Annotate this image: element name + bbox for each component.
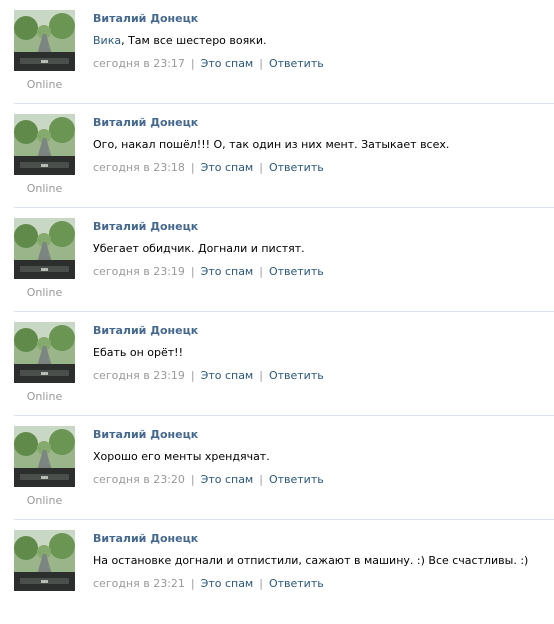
online-status: Online — [26, 182, 63, 195]
avatar[interactable] — [14, 114, 75, 175]
comment-meta: сегодня в 23:19 | Это спам | Ответить — [93, 265, 548, 279]
spam-button[interactable]: Это спам — [201, 161, 254, 174]
avatar[interactable] — [14, 322, 75, 383]
author-link[interactable]: Виталий Донецк — [93, 12, 198, 25]
reply-button[interactable]: Ответить — [269, 577, 324, 590]
spam-button[interactable]: Это спам — [201, 265, 254, 278]
avatar[interactable] — [14, 218, 75, 279]
author-link[interactable]: Виталий Донецк — [93, 116, 198, 129]
spam-button[interactable]: Это спам — [201, 57, 254, 70]
author-link[interactable]: Виталий Донецк — [93, 324, 198, 337]
comment-text-content: , Там все шестеро вояки. — [121, 34, 267, 47]
reply-button[interactable]: Ответить — [269, 161, 324, 174]
comment-text: Ебать он орёт!! — [93, 346, 183, 359]
comment-date: сегодня в 23:17 — [93, 57, 185, 70]
reply-button[interactable]: Ответить — [269, 473, 324, 486]
comment-item: Online Виталий Донецк Хорошо его менты х… — [0, 416, 554, 520]
comment-meta: сегодня в 23:17 | Это спам | Ответить — [93, 57, 548, 71]
comment-body: Виталий Донецк Вика, Там все шестеро воя… — [93, 12, 548, 71]
separator: | — [190, 265, 195, 278]
reply-button[interactable]: Ответить — [269, 265, 324, 278]
comment-date: сегодня в 23:19 — [93, 369, 185, 382]
online-status: Online — [26, 494, 63, 507]
comment-body: Виталий Донецк Убегает обидчик. Догнали … — [93, 220, 548, 279]
comment-body: Виталий Донецк На остановке догнали и от… — [93, 532, 548, 591]
separator: | — [259, 577, 263, 590]
comment-text: Хорошо его менты хрендячат. — [93, 450, 270, 463]
comment-text: Ого, накал пошёл!!! О, так один из них м… — [93, 138, 450, 151]
comment-meta: сегодня в 23:19 | Это спам | Ответить — [93, 369, 548, 383]
comment-date: сегодня в 23:18 — [93, 161, 185, 174]
separator: | — [259, 161, 263, 174]
author-link[interactable]: Виталий Донецк — [93, 428, 198, 441]
separator: | — [259, 57, 263, 70]
author-link[interactable]: Виталий Донецк — [93, 532, 198, 545]
comment-body: Виталий Донецк Ого, накал пошёл!!! О, та… — [93, 116, 548, 175]
avatar[interactable] — [14, 426, 75, 487]
avatar-road-photo-icon — [14, 10, 75, 71]
online-status: Online — [26, 390, 63, 403]
comment-list: Online Виталий Донецк Вика, Там все шест… — [0, 0, 554, 624]
avatar-road-photo-icon — [14, 530, 75, 591]
separator: | — [259, 473, 263, 486]
comment-text: На остановке догнали и отпистили, сажают… — [93, 554, 529, 567]
separator: | — [190, 473, 195, 486]
comment-item: Online Виталий Донецк Ого, накал пошёл!!… — [0, 104, 554, 208]
separator: | — [259, 265, 263, 278]
separator: | — [190, 577, 195, 590]
comment-item: Online Виталий Донецк Вика, Там все шест… — [0, 0, 554, 104]
comment-date: сегодня в 23:21 — [93, 577, 185, 590]
avatar[interactable] — [14, 10, 75, 71]
reply-button[interactable]: Ответить — [269, 57, 324, 70]
comment-date: сегодня в 23:19 — [93, 265, 185, 278]
separator: | — [259, 369, 263, 382]
separator: | — [190, 57, 195, 70]
reply-button[interactable]: Ответить — [269, 369, 324, 382]
online-status: Online — [26, 78, 63, 91]
comment-meta: сегодня в 23:20 | Это спам | Ответить — [93, 473, 548, 487]
spam-button[interactable]: Это спам — [201, 369, 254, 382]
mention-link[interactable]: Вика — [93, 34, 121, 47]
spam-button[interactable]: Это спам — [201, 577, 254, 590]
comment-meta: сегодня в 23:21 | Это спам | Ответить — [93, 577, 548, 591]
comment-item: Online Виталий Донецк Убегает обидчик. Д… — [0, 208, 554, 312]
avatar-road-photo-icon — [14, 218, 75, 279]
author-link[interactable]: Виталий Донецк — [93, 220, 198, 233]
avatar-road-photo-icon — [14, 322, 75, 383]
comment-meta: сегодня в 23:18 | Это спам | Ответить — [93, 161, 548, 175]
comment-body: Виталий Донецк Ебать он орёт!! сегодня в… — [93, 324, 548, 383]
comment-text: Вика, Там все шестеро вояки. — [93, 34, 548, 48]
avatar[interactable] — [14, 530, 75, 591]
comment-item: Online Виталий Донецк Ебать он орёт!! се… — [0, 312, 554, 416]
online-status: Online — [26, 286, 63, 299]
comment-date: сегодня в 23:20 — [93, 473, 185, 486]
separator: | — [190, 369, 195, 382]
spam-button[interactable]: Это спам — [201, 473, 254, 486]
comment-item: Виталий Донецк На остановке догнали и от… — [0, 520, 554, 624]
comment-body: Виталий Донецк Хорошо его менты хрендяча… — [93, 428, 548, 487]
avatar-road-photo-icon — [14, 426, 75, 487]
avatar-road-photo-icon — [14, 114, 75, 175]
separator: | — [190, 161, 195, 174]
comment-text: Убегает обидчик. Догнали и пистят. — [93, 242, 305, 255]
